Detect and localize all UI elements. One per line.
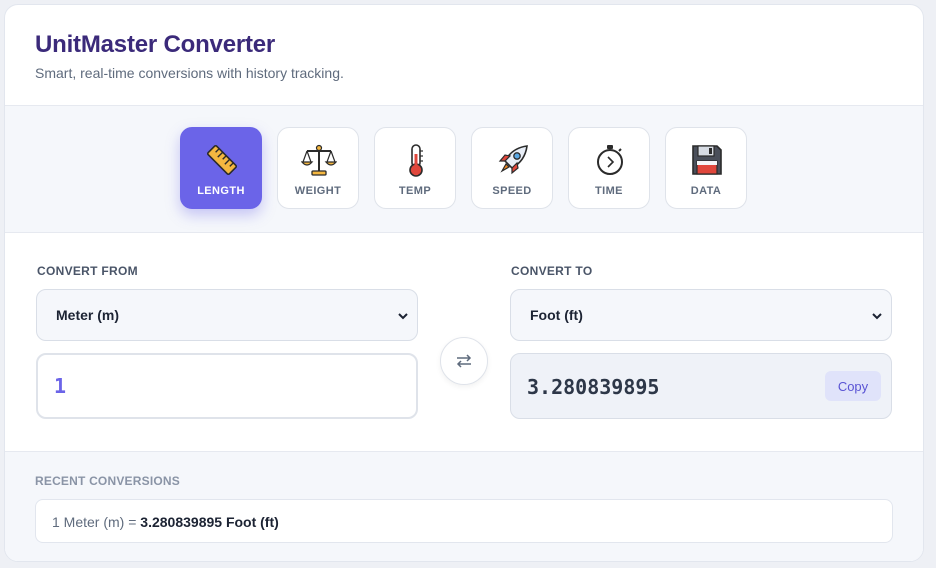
convert-to-label: CONVERT TO (511, 264, 593, 278)
from-unit-value: Meter (m) (56, 307, 120, 323)
swap-arrows-icon (456, 354, 472, 368)
thermometer-icon (409, 144, 423, 177)
result-output: 3.280839895 Copy (510, 353, 892, 419)
swap-units-button[interactable] (440, 337, 488, 385)
tab-weight[interactable]: WEIGHT (277, 127, 359, 209)
tab-data-label: DATA (690, 185, 722, 197)
app-header: UnitMaster Converter Smart, real-time co… (5, 5, 923, 106)
convert-from-label: CONVERT FROM (37, 264, 138, 278)
recent-conversions-panel: RECENT CONVERSIONS 1 Meter (m) = 3.28083… (5, 451, 923, 561)
tab-temp-label: TEMP (398, 185, 432, 197)
tab-speed-label: SPEED (492, 185, 532, 197)
history-output: 3.280839895 Foot (ft) (140, 514, 279, 530)
converter-card: UnitMaster Converter Smart, real-time co… (4, 4, 924, 562)
tab-length-label: LENGTH (197, 185, 245, 197)
copy-button[interactable]: Copy (825, 371, 881, 401)
category-tabs: LENGTH WEIGHT TEMP SPEED TIME DATA (5, 106, 923, 233)
from-unit-select[interactable]: Meter (m) (36, 289, 418, 341)
from-value-input[interactable] (36, 353, 418, 419)
chevron-down-icon (398, 313, 408, 320)
app-subtitle: Smart, real-time conversions with histor… (35, 65, 344, 81)
recent-conversions-title: RECENT CONVERSIONS (35, 474, 180, 488)
tab-length[interactable]: LENGTH (180, 127, 262, 209)
result-value: 3.280839895 (527, 375, 660, 399)
tab-weight-label: WEIGHT (294, 185, 342, 197)
tab-data[interactable]: DATA (665, 127, 747, 209)
history-input: 1 Meter (m) = (52, 514, 137, 530)
app-title: UnitMaster Converter (35, 31, 276, 58)
ruler-icon (206, 144, 238, 176)
stopwatch-icon (597, 145, 623, 175)
history-item[interactable]: 1 Meter (m) = 3.280839895 Foot (ft) (35, 499, 893, 543)
tab-time[interactable]: TIME (568, 127, 650, 209)
tab-temp[interactable]: TEMP (374, 127, 456, 209)
to-unit-select[interactable]: Foot (ft) (510, 289, 892, 341)
chevron-down-icon (872, 313, 882, 320)
balance-scale-icon (301, 144, 337, 176)
tab-speed[interactable]: SPEED (471, 127, 553, 209)
tab-time-label: TIME (595, 185, 623, 197)
to-unit-value: Foot (ft) (530, 307, 583, 323)
floppy-disk-icon (692, 145, 722, 175)
rocket-icon (498, 145, 528, 175)
